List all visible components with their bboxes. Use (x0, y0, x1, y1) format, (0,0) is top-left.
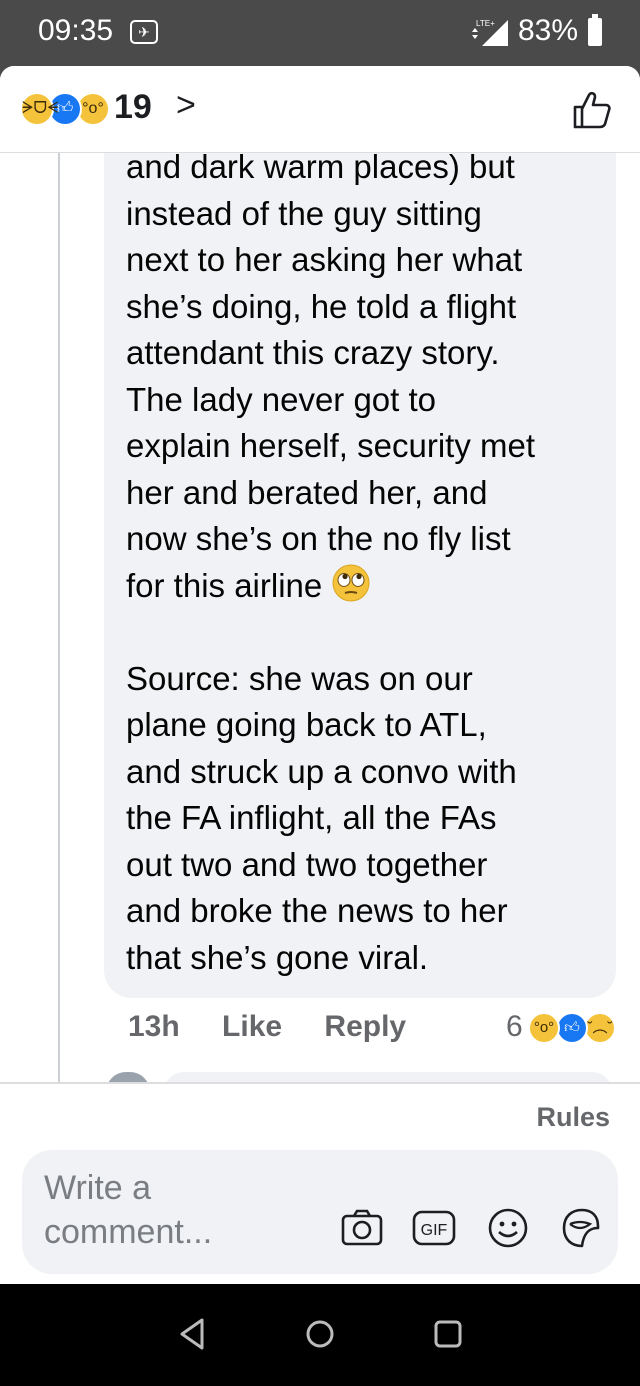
sad-icon: ˘︵˘ (584, 1012, 616, 1044)
comment-footer: Rules GIF (0, 1082, 640, 1284)
comment-composer: GIF (22, 1150, 618, 1274)
comment-text-part1: and dark warm places) but instead of the… (126, 148, 536, 604)
battery-percent: 83% (518, 14, 579, 47)
comment-input[interactable] (44, 1166, 324, 1262)
sticker-icon[interactable] (558, 1206, 602, 1250)
home-icon[interactable] (300, 1314, 340, 1354)
comment-reaction-summary[interactable]: °o° 👍︎ ˘︵˘ (528, 1012, 620, 1046)
wow-icon: °o° (528, 1012, 560, 1044)
recents-icon[interactable] (428, 1314, 468, 1354)
like-icon: 👍︎ (556, 1012, 588, 1044)
battery-icon (588, 14, 602, 46)
comment-reaction-count[interactable]: 6 (506, 1010, 523, 1044)
reply-link[interactable]: Reply (324, 1010, 406, 1043)
svg-text:GIF: GIF (421, 1222, 448, 1239)
status-bar: 09:35 ✈ LTE+ 83% (0, 0, 640, 66)
reaction-count[interactable]: 19 (114, 88, 152, 127)
camera-icon[interactable] (340, 1206, 384, 1250)
rules-link[interactable]: Rules (536, 1102, 610, 1133)
back-icon[interactable] (172, 1314, 212, 1354)
face-with-rolling-eyes-emoji-icon (332, 564, 370, 601)
comment-meta: 13h Like Reply (128, 1010, 440, 1044)
emoji-icon[interactable] (486, 1206, 530, 1250)
comment-text-part2: Source: she was on our plane going back … (126, 659, 517, 976)
navigation-bar (0, 1284, 640, 1386)
gif-icon[interactable]: GIF (412, 1206, 456, 1250)
signal-label: LTE+ (476, 19, 495, 28)
comment-text: and dark warm places) but instead of the… (126, 144, 606, 981)
thread-line (58, 152, 60, 1084)
airplane-notification-icon: ✈ (130, 20, 158, 44)
signal-icon: LTE+ (472, 19, 508, 46)
reactions-header: ᗒᗜᗕ 👍︎ °o° 19 > (0, 66, 640, 153)
chevron-right-icon[interactable]: > (176, 86, 196, 125)
like-link[interactable]: Like (222, 1010, 282, 1043)
status-time: 09:35 (38, 14, 114, 47)
reaction-summary[interactable]: ᗒᗜᗕ 👍︎ °o° (20, 92, 116, 126)
thumbs-up-icon[interactable] (572, 90, 612, 130)
comment-time: 13h (128, 1010, 180, 1043)
haha-icon: ᗒᗜᗕ (20, 92, 59, 126)
comments-sheet: ᗒᗜᗕ 👍︎ °o° 19 > and dark warm places) bu… (0, 66, 640, 1284)
